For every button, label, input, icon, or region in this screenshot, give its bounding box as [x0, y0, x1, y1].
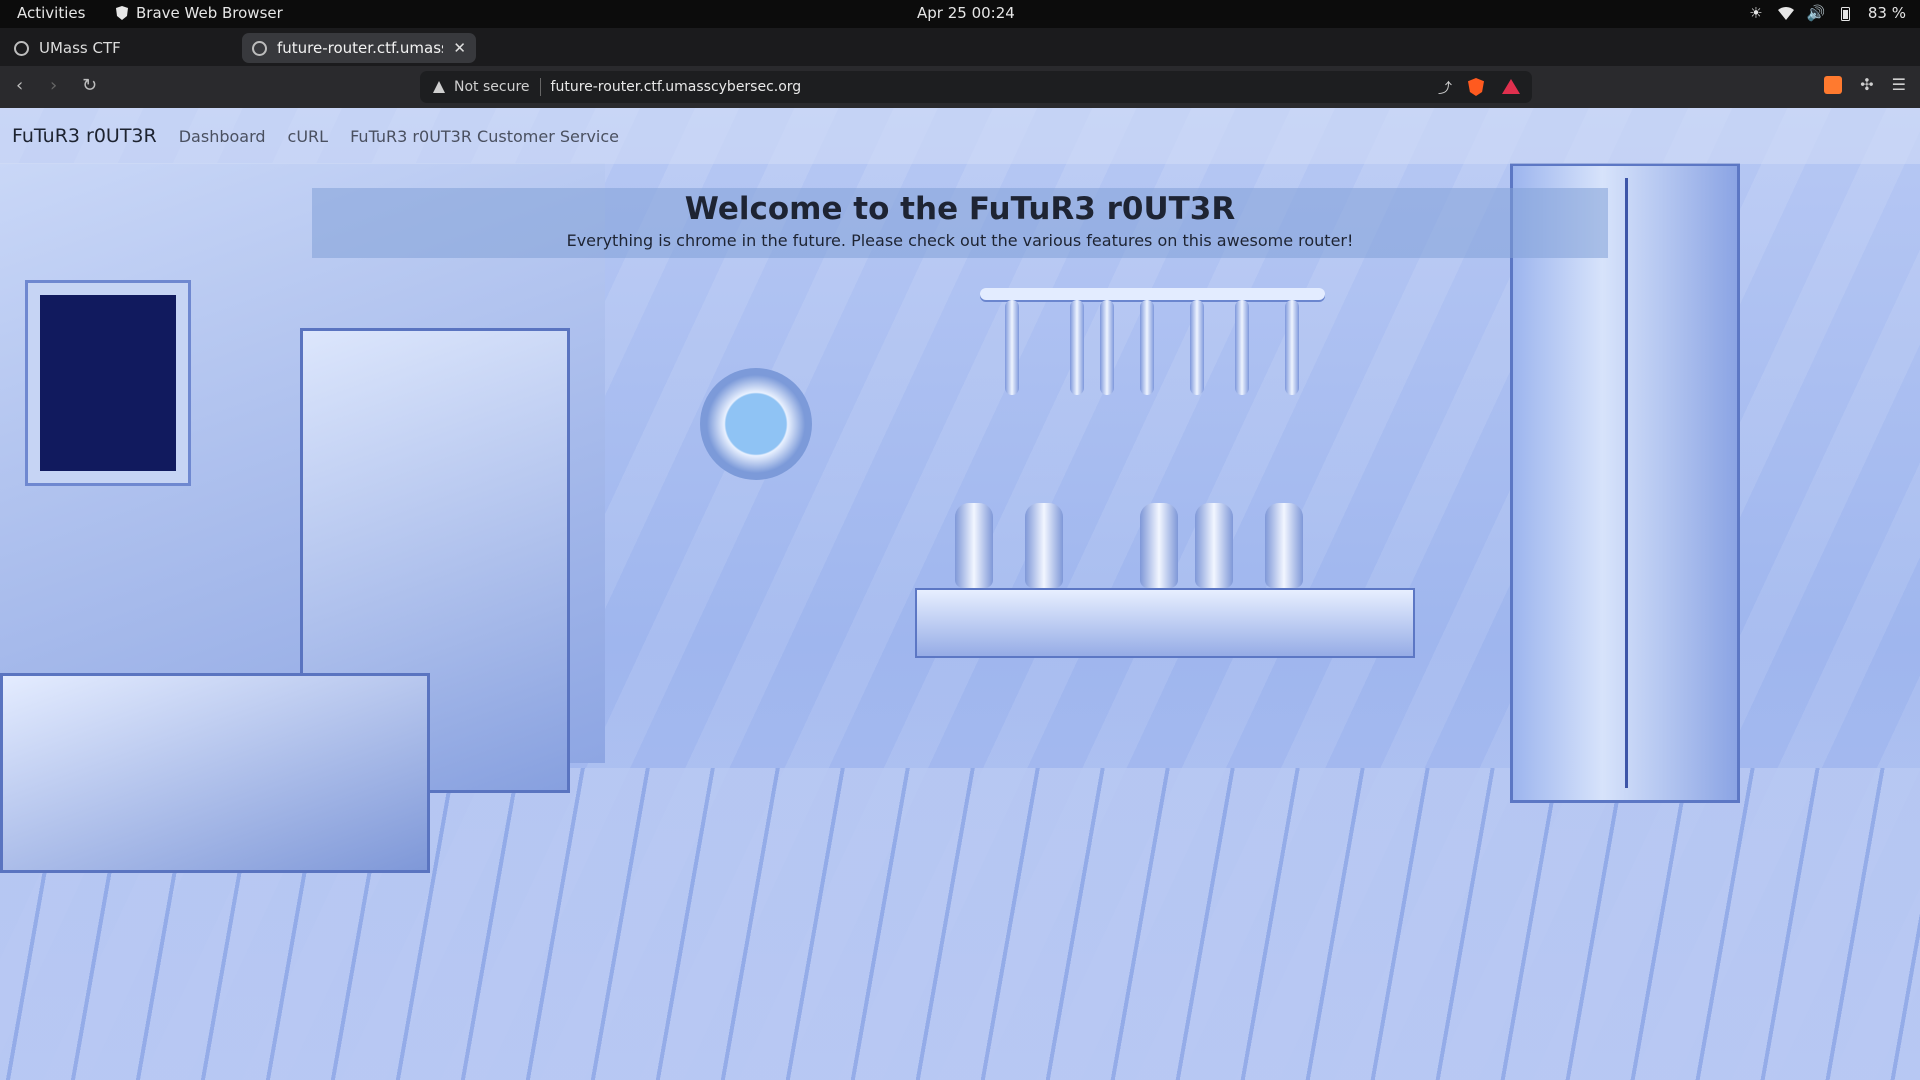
warning-icon — [433, 81, 445, 93]
battery-icon — [1838, 5, 1854, 21]
nav-link-customer-service[interactable]: FuTuR3 r0UT3R Customer Service — [350, 127, 619, 146]
scene-utensil — [1005, 300, 1019, 395]
app-menu[interactable]: Brave Web Browser — [116, 4, 283, 22]
tab-future-router[interactable]: future-router.ctf.umassc ✕ — [242, 33, 476, 63]
scene-counter — [915, 588, 1415, 658]
site-brand[interactable]: FuTuR3 r0UT3R — [12, 125, 157, 147]
close-tab-icon[interactable]: ✕ — [453, 39, 466, 57]
scene-cabinet-split — [1625, 178, 1628, 788]
scene-utensil — [1070, 300, 1084, 395]
security-label[interactable]: Not secure — [454, 79, 530, 95]
scene-porthole — [700, 368, 812, 480]
scene-utensil — [1140, 300, 1154, 395]
system-top-bar: Activities Brave Web Browser Apr 25 00:2… — [0, 0, 1920, 28]
clock[interactable]: Apr 25 00:24 — [917, 4, 1015, 22]
battery-percentage: 83 % — [1867, 4, 1906, 22]
scene-utensil — [1235, 300, 1249, 395]
divider — [539, 78, 541, 96]
toolbar-actions: ✣ ☰ — [1824, 75, 1906, 94]
activities-button[interactable]: Activities — [17, 4, 85, 22]
scene-utensil-rack — [980, 288, 1325, 300]
brave-app-icon — [116, 6, 128, 20]
forward-icon[interactable]: › — [50, 75, 57, 96]
scene-bottle — [1025, 503, 1063, 588]
tab-umass-ctf[interactable]: UMass CTF — [4, 33, 234, 63]
globe-icon — [252, 40, 267, 56]
site-navbar: FuTuR3 r0UT3R Dashboard cURL FuTuR3 r0UT… — [0, 108, 1920, 164]
scene-window — [28, 283, 188, 483]
system-tray[interactable]: ☀ 🔊 83 % — [1748, 4, 1906, 22]
extensions-icon[interactable]: ✣ — [1860, 75, 1873, 94]
scene-utensil — [1285, 300, 1299, 395]
wifi-icon — [1777, 5, 1794, 21]
scene-bottle — [1265, 503, 1303, 588]
back-icon[interactable]: ‹ — [16, 75, 23, 96]
nav-link-curl[interactable]: cURL — [288, 127, 329, 146]
scene-sink — [0, 673, 430, 873]
tab-title: future-router.ctf.umassc — [277, 39, 444, 57]
navigation-bar: ‹ › ↻ Not secure future-router.ctf.umass… — [0, 66, 1920, 108]
volume-icon: 🔊 — [1806, 4, 1826, 22]
brave-shields-icon[interactable] — [1468, 78, 1484, 96]
tab-title: UMass CTF — [39, 39, 121, 57]
address-bar[interactable]: Not secure future-router.ctf.umasscybers… — [420, 71, 1532, 103]
page-title: Welcome to the FuTuR3 r0UT3R — [684, 191, 1236, 227]
menu-icon[interactable]: ☰ — [1892, 75, 1906, 94]
scene-bottle — [1140, 503, 1178, 588]
welcome-banner: Welcome to the FuTuR3 r0UT3R Everything … — [312, 188, 1608, 258]
tab-strip: UMass CTF future-router.ctf.umassc ✕ + ⌄… — [0, 28, 1920, 86]
globe-icon — [14, 40, 29, 56]
wallet-icon[interactable] — [1824, 75, 1843, 94]
reload-icon[interactable]: ↻ — [82, 75, 97, 96]
scene-utensil — [1100, 300, 1114, 395]
brightness-icon: ☀ — [1749, 4, 1763, 22]
url-text[interactable]: future-router.ctf.umasscybersec.org — [551, 79, 802, 95]
page-subtitle: Everything is chrome in the future. Plea… — [566, 231, 1354, 250]
nav-link-dashboard[interactable]: Dashboard — [179, 127, 266, 146]
brave-rewards-icon[interactable] — [1502, 79, 1520, 94]
app-name: Brave Web Browser — [136, 4, 283, 22]
page-viewport: FuTuR3 r0UT3R Dashboard cURL FuTuR3 r0UT… — [0, 108, 1920, 1080]
share-icon[interactable]: ⤴ — [1438, 78, 1452, 98]
scene-bottle — [1195, 503, 1233, 588]
scene-utensil — [1190, 300, 1204, 395]
scene-bottle — [955, 503, 993, 588]
